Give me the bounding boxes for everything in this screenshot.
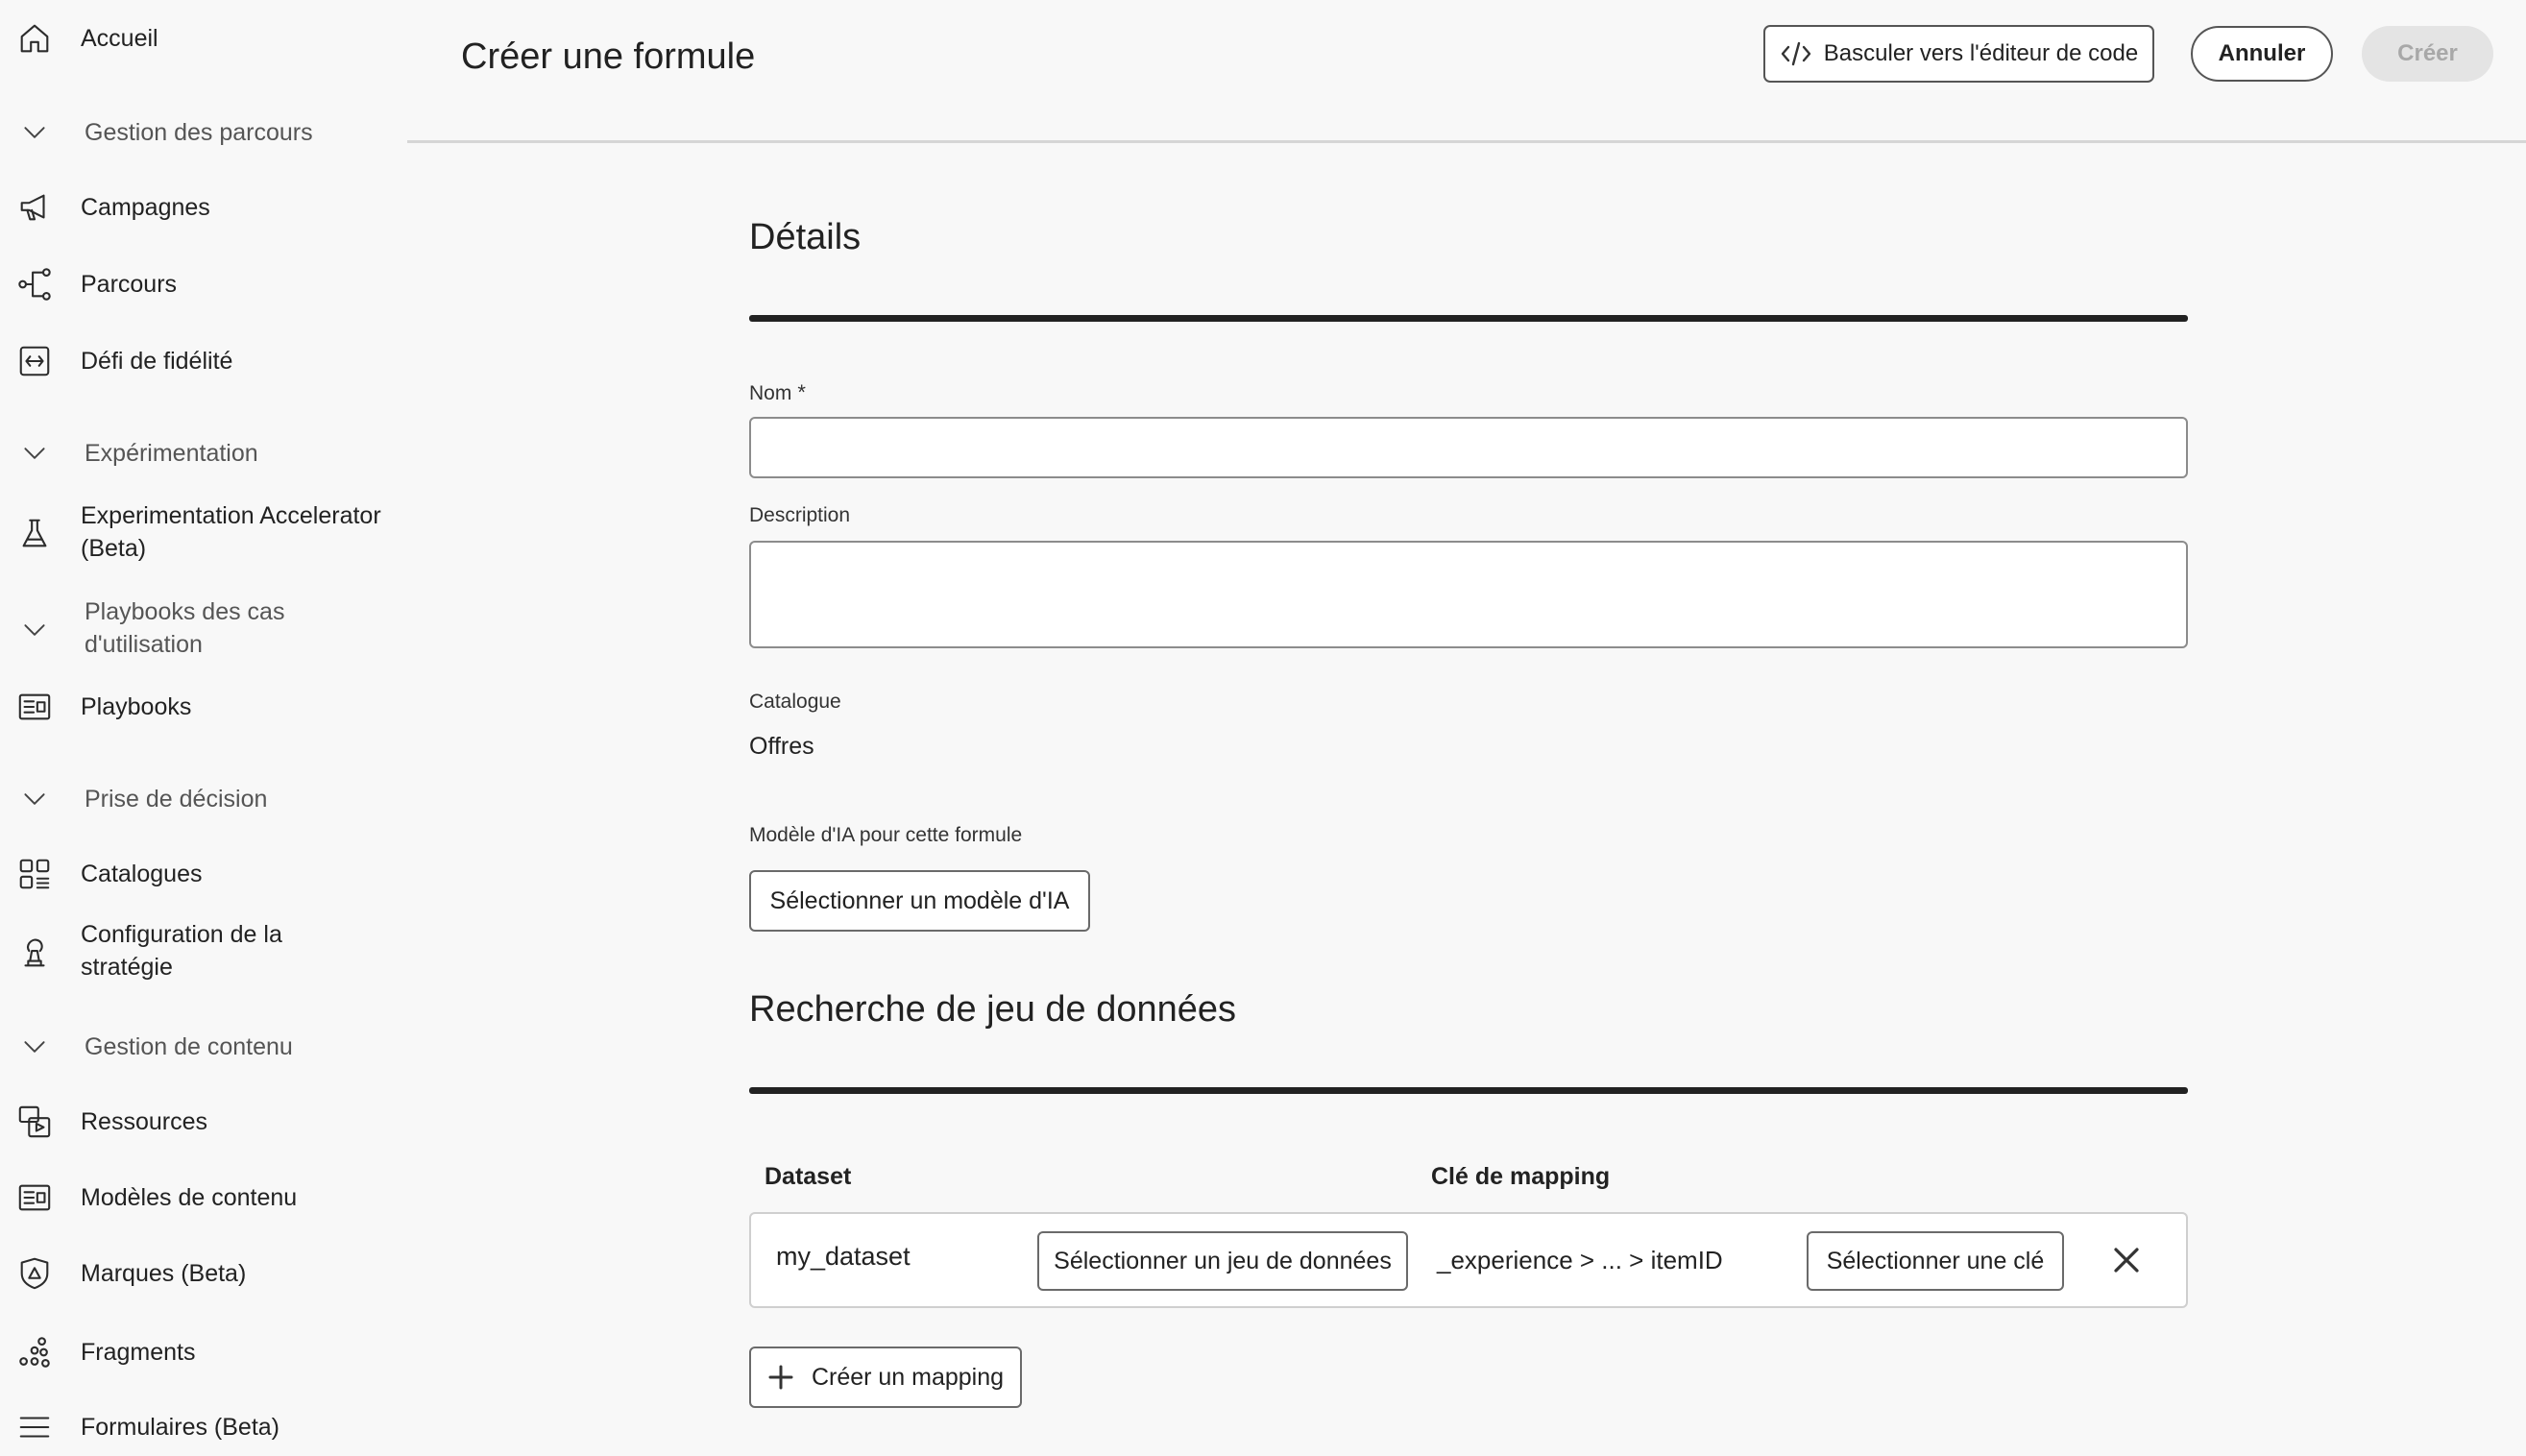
sidebar-section-prise-de-decision[interactable]: Prise de décision (0, 780, 405, 818)
name-label-text: Nom (749, 382, 792, 404)
flask-icon (15, 515, 54, 553)
brand-icon (15, 1254, 54, 1293)
template-icon (15, 1178, 54, 1217)
sidebar-nav: Accueil Gestion des parcours Campagnes P… (0, 0, 405, 1456)
switch-to-code-editor-button[interactable]: Basculer vers l'éditeur de code (1763, 25, 2154, 83)
select-dataset-button[interactable]: Sélectionner un jeu de données (1037, 1231, 1408, 1291)
create-button[interactable]: Créer (2362, 26, 2493, 82)
sidebar-item-label: Ressources (81, 1108, 207, 1135)
select-key-button[interactable]: Sélectionner une clé (1807, 1231, 2064, 1291)
catalog-icon (15, 855, 54, 893)
sidebar-section-label: Playbooks des cas (85, 598, 285, 625)
sidebar-section-label: Prise de décision (85, 786, 268, 813)
sidebar-section-playbooks-des-cas[interactable]: Playbooks des cas d'utilisation (0, 594, 405, 667)
sidebar-item-label: Marques (Beta) (81, 1260, 247, 1287)
sidebar-section-gestion-des-parcours[interactable]: Gestion des parcours (0, 113, 405, 152)
cancel-button[interactable]: Annuler (2191, 26, 2333, 82)
sidebar-section-label: Expérimentation (85, 440, 258, 467)
create-mapping-label: Créer un mapping (811, 1363, 1005, 1391)
column-header-mapping-key: Clé de mapping (1431, 1163, 1611, 1190)
column-header-dataset: Dataset (765, 1163, 852, 1190)
sidebar-section-experimentation[interactable]: Expérimentation (0, 434, 405, 473)
dataset-lookup-section-title: Recherche de jeu de données (749, 989, 1237, 1030)
name-input[interactable] (749, 417, 2188, 478)
sidebar-item-label: Fragments (81, 1339, 196, 1366)
sidebar-section-gestion-de-contenu[interactable]: Gestion de contenu (0, 1028, 405, 1066)
mapping-key-value: _experience > ... > itemID (1437, 1246, 1723, 1274)
dataset-value: my_dataset (776, 1242, 911, 1271)
sidebar-item-label: Accueil (81, 25, 158, 52)
chevron-down-icon (15, 611, 54, 649)
fragments-icon (15, 1333, 54, 1371)
chevron-down-icon (15, 113, 54, 152)
dataset-lookup-section-divider (749, 1087, 2188, 1094)
sidebar-item-ressources[interactable]: Ressources (0, 1103, 405, 1141)
sidebar-section-label-line2: d'utilisation (85, 631, 203, 658)
catalog-value: Offres (749, 733, 814, 760)
journey-icon (15, 265, 54, 303)
chevron-down-icon (15, 434, 54, 473)
ai-model-field-label: Modèle d'IA pour cette formule (749, 824, 1023, 846)
plus-icon (768, 1365, 793, 1390)
sidebar-item-label: Campagnes (81, 194, 210, 221)
sidebar-item-label: Formulaires (Beta) (81, 1414, 279, 1441)
home-icon (15, 19, 54, 58)
description-field-label: Description (749, 504, 851, 526)
sidebar-section-label: Gestion des parcours (85, 119, 313, 146)
sidebar-item-campagnes[interactable]: Campagnes (0, 188, 405, 227)
sidebar-item-experimentation-accelerator[interactable]: Experimentation Accelerator (Beta) (0, 497, 405, 570)
details-section-title: Détails (749, 217, 862, 257)
assets-icon (15, 1103, 54, 1141)
code-icon (1781, 41, 1810, 66)
loyalty-icon (15, 342, 54, 380)
sidebar-item-fragments[interactable]: Fragments (0, 1333, 405, 1371)
description-textarea[interactable] (749, 541, 2188, 648)
sidebar-item-modeles-de-contenu[interactable]: Modèles de contenu (0, 1178, 405, 1217)
sidebar-item-defi-de-fidelite[interactable]: Défi de fidélité (0, 342, 405, 380)
select-ai-model-button[interactable]: Sélectionner un modèle d'IA (749, 870, 1090, 932)
sidebar-item-label: Experimentation Accelerator (81, 502, 381, 529)
remove-mapping-close-icon[interactable] (2109, 1243, 2144, 1277)
sidebar-section-label: Gestion de contenu (85, 1033, 293, 1060)
sidebar-item-marques[interactable]: Marques (Beta) (0, 1254, 405, 1293)
create-mapping-button[interactable]: Créer un mapping (749, 1347, 1022, 1408)
sidebar-item-label: Défi de fidélité (81, 348, 233, 375)
sidebar-item-accueil[interactable]: Accueil (0, 19, 405, 58)
sidebar-item-label: Playbooks (81, 693, 192, 720)
page-title: Créer une formule (461, 36, 756, 77)
chevron-down-icon (15, 780, 54, 818)
name-field-label: Nom * (749, 379, 806, 407)
sidebar-item-label: Modèles de contenu (81, 1184, 298, 1211)
switch-to-code-editor-label: Basculer vers l'éditeur de code (1823, 40, 2139, 66)
sidebar-item-formulaires[interactable]: Formulaires (Beta) (0, 1408, 405, 1446)
sidebar-item-label-line2: (Beta) (81, 535, 147, 562)
header-divider (407, 140, 2526, 143)
forms-icon (15, 1408, 54, 1446)
sidebar-item-label: Catalogues (81, 861, 203, 887)
chevron-down-icon (15, 1028, 54, 1066)
sidebar-item-label: Configuration de la (81, 921, 282, 948)
playbook-icon (15, 688, 54, 726)
sidebar-item-label: Parcours (81, 271, 178, 298)
sidebar-item-catalogues[interactable]: Catalogues (0, 855, 405, 893)
sidebar-item-parcours[interactable]: Parcours (0, 265, 405, 303)
sidebar-item-configuration-strategie[interactable]: Configuration de la stratégie (0, 916, 405, 989)
strategy-icon (15, 934, 54, 972)
details-section-divider (749, 315, 2188, 322)
sidebar-item-playbooks[interactable]: Playbooks (0, 688, 405, 726)
sidebar-item-label-line2: stratégie (81, 954, 173, 981)
required-indicator: * (797, 380, 806, 404)
catalog-field-label: Catalogue (749, 691, 841, 713)
megaphone-icon (15, 188, 54, 227)
mapping-row: my_dataset Sélectionner un jeu de donnée… (749, 1212, 2188, 1308)
